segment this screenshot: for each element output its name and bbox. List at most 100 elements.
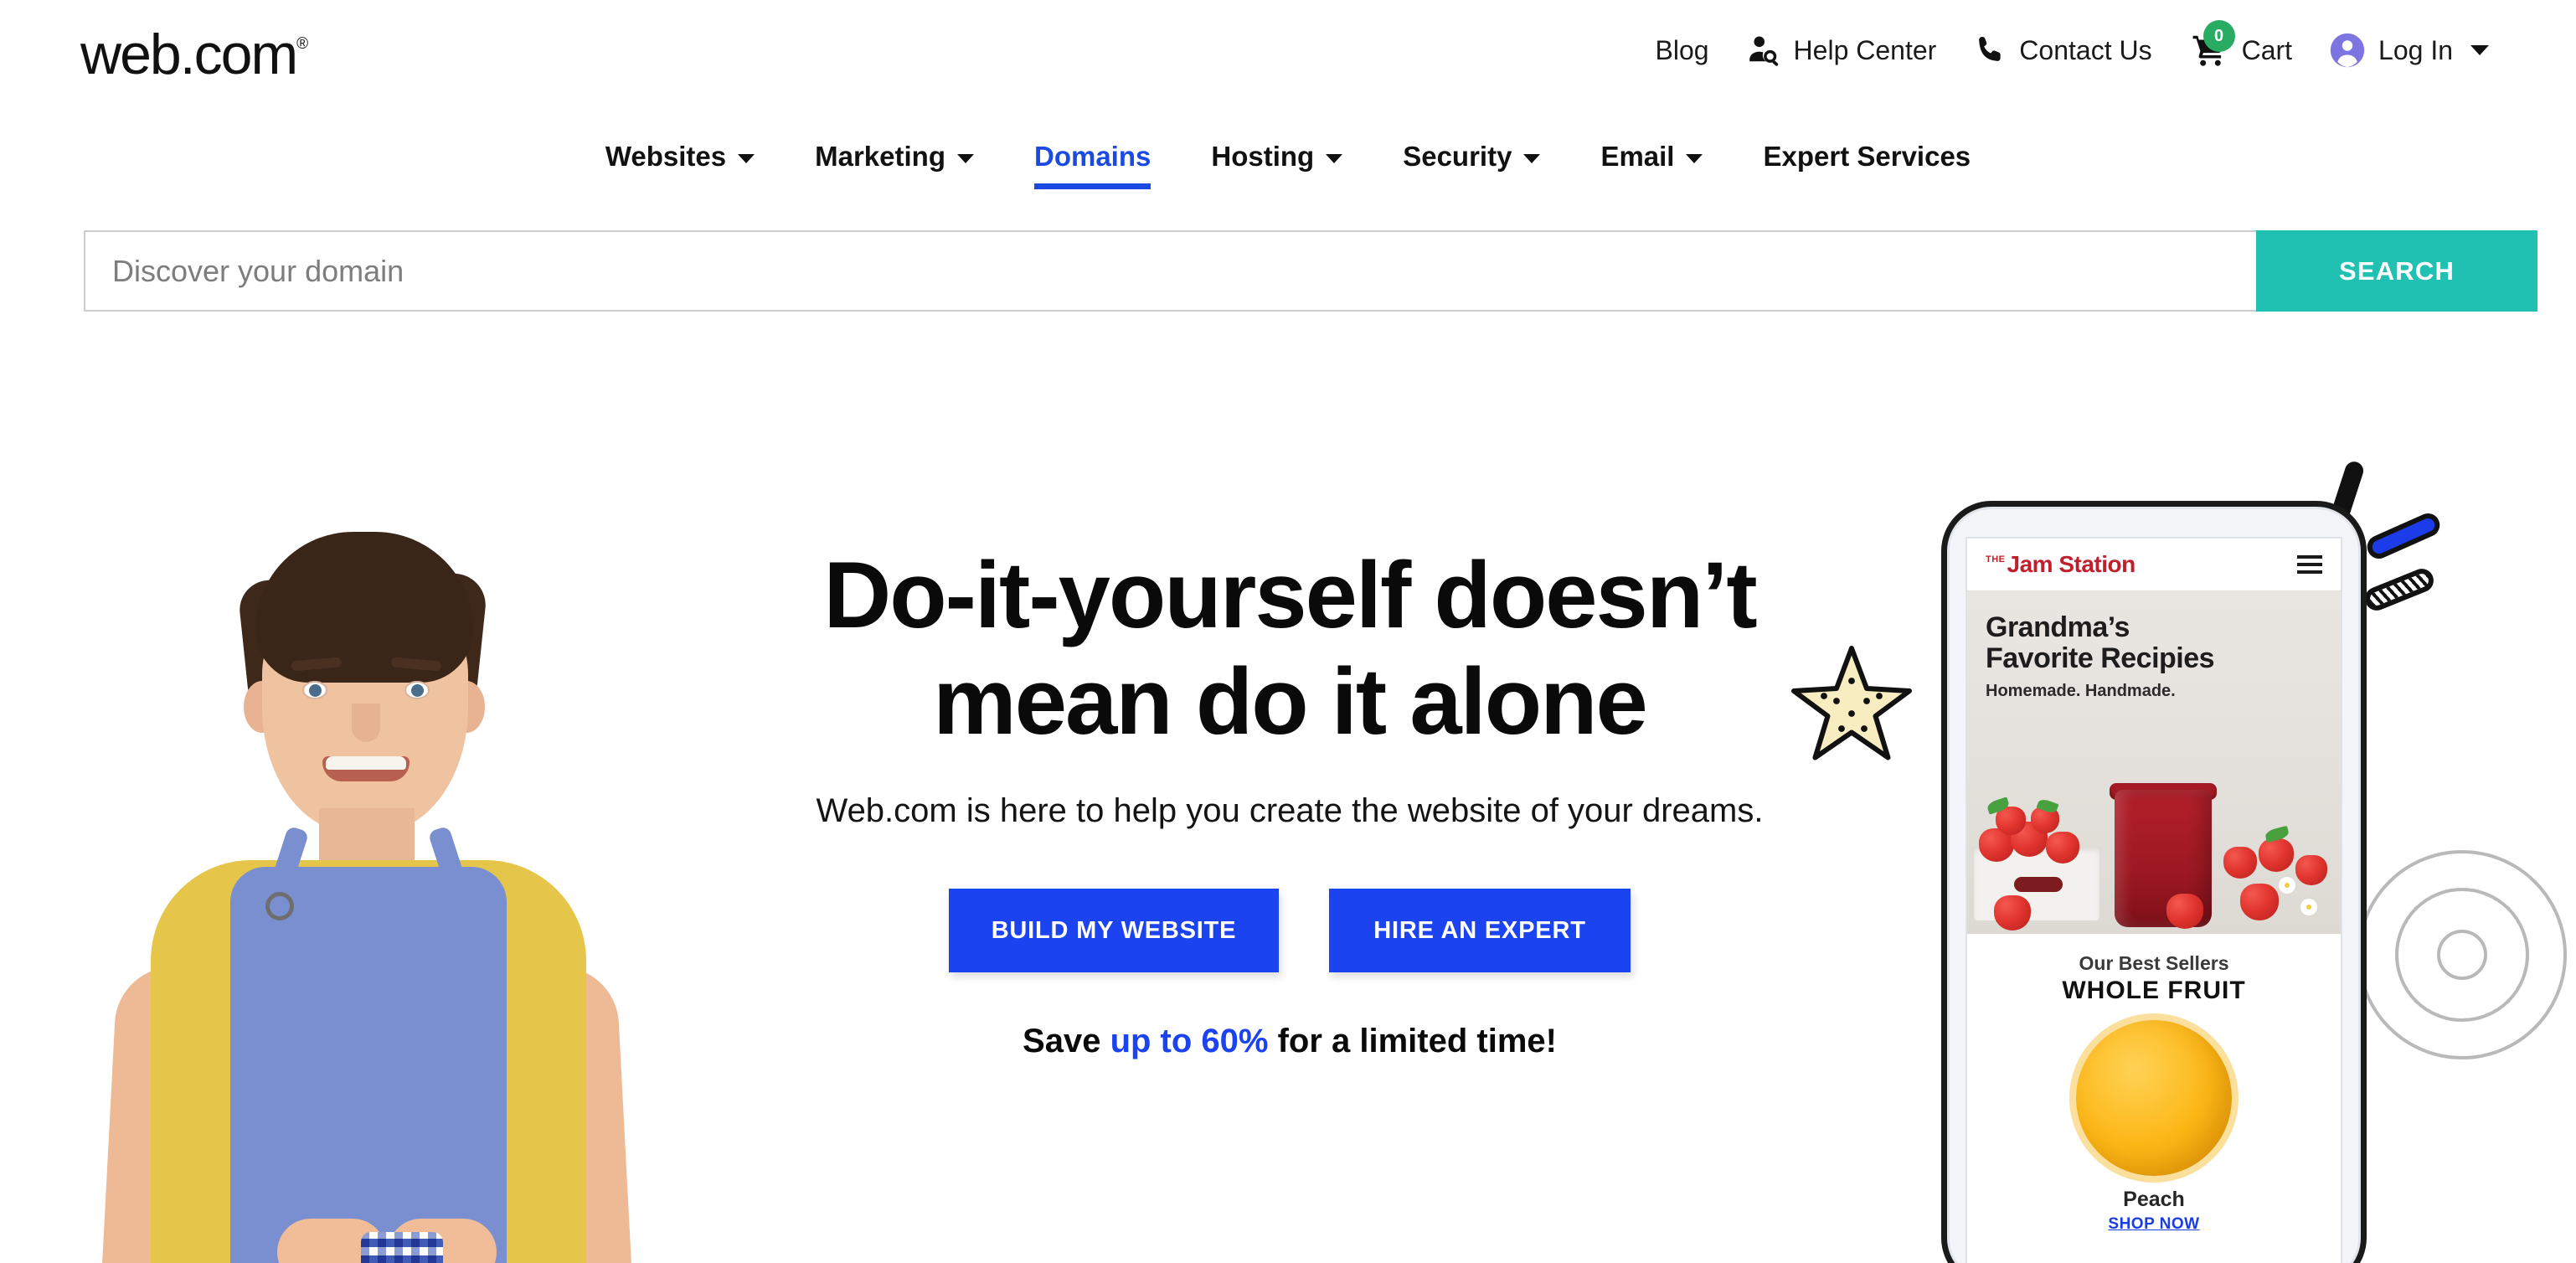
jam-hero-banner: Grandma’s Favorite Recipies Homemade. Ha… <box>1967 590 2341 934</box>
utility-nav-item-contact-us[interactable]: Contact Us <box>1973 34 2152 67</box>
hero-title: Do-it-yourself doesn’t mean do it alone <box>662 543 1918 755</box>
person-apron-ring <box>265 892 294 920</box>
chevron-down-icon <box>957 153 974 163</box>
nav-item-marketing[interactable]: Marketing <box>785 134 1004 179</box>
jam-product-name: Peach <box>2123 1188 2185 1211</box>
promo-suffix: for a limited time! <box>1268 1023 1557 1060</box>
person-pupil-right <box>411 684 424 697</box>
hero-promo-text: Save up to 60% for a limited time! <box>662 1023 1918 1060</box>
person-pupil-left <box>309 684 322 697</box>
nav-item-hosting[interactable]: Hosting <box>1181 134 1373 179</box>
crate-handle-hole <box>2014 877 2063 892</box>
nav-label-websites: Websites <box>605 141 727 172</box>
hero-subtitle: Web.com is here to help you create the w… <box>816 792 1764 830</box>
strawberry <box>2259 838 2294 872</box>
jam-logo-name: Jam Station <box>2007 551 2136 577</box>
nav-active-underline <box>1034 183 1151 189</box>
jam-hero-title: Grandma’s Favorite Recipies <box>1986 611 2215 674</box>
hamburger-bar <box>2297 563 2322 566</box>
chevron-down-icon <box>2470 45 2489 55</box>
jam-hero-title-line-1: Grandma’s <box>1986 611 2130 643</box>
jam-logo-the: THE <box>1986 554 2006 564</box>
peach-jam-jar-image <box>2076 1020 2232 1176</box>
jam-site-logo[interactable]: THE Jam Station <box>1986 553 2136 576</box>
burst-dash-hatched <box>2361 564 2438 615</box>
nav-item-expert-services[interactable]: Expert Services <box>1733 134 2001 179</box>
chevron-down-icon <box>1523 153 1541 163</box>
jam-best-sellers-label: Our Best Sellers <box>2079 952 2229 974</box>
hero-copy: Do-it-yourself doesn’t mean do it alone … <box>662 543 1918 1060</box>
utility-nav: Blog Help Center Contact Us 0 Cart Log I… <box>1656 20 2489 74</box>
hero-section: Do-it-yourself doesn’t mean do it alone … <box>0 352 2576 1263</box>
jam-site-header: THE Jam Station <box>1967 539 2341 590</box>
concentric-rings-icon <box>2353 846 2571 1064</box>
site-logo-text: web.com <box>80 23 298 86</box>
utility-nav-item-blog[interactable]: Blog <box>1656 37 1709 64</box>
jam-shop-now-link[interactable]: SHOP NOW <box>1976 1215 2332 1234</box>
nav-label-marketing: Marketing <box>815 141 945 172</box>
jam-best-sellers-title: WHOLE FRUIT <box>2062 977 2246 1004</box>
utility-nav-item-cart[interactable]: 0 Cart <box>2189 20 2292 69</box>
nav-item-domains[interactable]: Domains <box>1004 134 1181 189</box>
cart-icon: 0 <box>2189 20 2235 69</box>
person-blue-apron <box>230 867 507 1263</box>
chevron-down-icon <box>1326 153 1343 163</box>
build-my-website-button[interactable]: BUILD MY WEBSITE <box>949 889 1279 973</box>
domain-search-bar: SEARCH <box>84 230 2537 312</box>
domain-search-input[interactable] <box>84 230 2256 312</box>
person-checkered-jar-lid <box>361 1232 443 1263</box>
utility-nav-label-contact-us: Contact Us <box>2019 35 2152 65</box>
promo-prefix: Save <box>1023 1023 1110 1060</box>
person-nose <box>352 704 380 742</box>
utility-nav-item-help-center[interactable]: Help Center <box>1746 33 1937 68</box>
chevron-down-icon <box>1686 153 1703 163</box>
nav-label-security: Security <box>1403 141 1512 172</box>
strawberry <box>2240 884 2279 920</box>
utility-nav-label-help-center: Help Center <box>1793 35 1937 65</box>
nav-item-security[interactable]: Security <box>1373 134 1570 179</box>
jam-hero-photo <box>1967 733 2341 934</box>
utility-nav-item-log-in[interactable]: Log In <box>2329 32 2489 69</box>
phone-icon <box>1973 34 2007 67</box>
utility-nav-label-blog: Blog <box>1655 35 1709 65</box>
burst-dash-blue <box>2363 509 2444 563</box>
jam-hero-copy: Grandma’s Favorite Recipies Homemade. Ha… <box>1986 611 2215 701</box>
utility-nav-label-log-in: Log In <box>2378 35 2453 65</box>
hamburger-icon[interactable] <box>2297 555 2322 574</box>
phone-mockup: THE Jam Station Grandma’s Favorite Recip… <box>1941 501 2367 1263</box>
nav-label-expert-services: Expert Services <box>1763 141 1971 172</box>
star-icon <box>1789 641 1914 766</box>
promo-highlight: up to 60% <box>1110 1023 1269 1060</box>
domain-search-button[interactable]: SEARCH <box>2256 230 2537 312</box>
strawberry-flower <box>2300 899 2317 915</box>
phone-screen: THE Jam Station Grandma’s Favorite Recip… <box>1965 537 2342 1263</box>
cart-badge-count: 0 <box>2202 20 2235 52</box>
jam-hero-tagline: Homemade. Handmade. <box>1986 682 2176 701</box>
hire-an-expert-button[interactable]: HIRE AN EXPERT <box>1329 889 1631 973</box>
main-nav: Websites Marketing Domains Hosting Secur… <box>0 134 2576 204</box>
ring-inner <box>2437 930 2487 980</box>
person-hair-top <box>255 532 473 683</box>
registered-trademark-icon: ® <box>296 35 309 53</box>
strawberry <box>2046 832 2079 863</box>
nav-item-websites[interactable]: Websites <box>575 134 785 179</box>
hero-phone-zone: THE Jam Station Grandma’s Favorite Recip… <box>1789 352 2576 1263</box>
strawberry <box>1994 895 2031 930</box>
strawberry <box>2166 894 2203 929</box>
person-teeth <box>326 756 406 770</box>
nav-label-hosting: Hosting <box>1211 141 1315 172</box>
jam-hero-title-line-2: Favorite Recipies <box>1986 642 2215 674</box>
jam-product-image-wrap <box>1976 1020 2332 1176</box>
hamburger-bar <box>2297 570 2322 574</box>
site-logo[interactable]: web.com® <box>80 22 308 87</box>
hero-cta-row: BUILD MY WEBSITE HIRE AN EXPERT <box>662 889 1918 973</box>
chevron-down-icon <box>738 153 755 163</box>
site-header: web.com® Blog Help Center Contact Us 0 C… <box>0 0 2576 117</box>
page-root: web.com® Blog Help Center Contact Us 0 C… <box>0 0 2576 1263</box>
hero-title-line-2: mean do it alone <box>933 648 1648 754</box>
strawberry-flower <box>2279 877 2295 894</box>
person-mouth <box>322 756 410 781</box>
nav-item-email[interactable]: Email <box>1570 134 1733 179</box>
hamburger-bar <box>2297 555 2322 559</box>
jam-best-sellers-section: Our Best Sellers WHOLE FRUIT Peach SHOP … <box>1967 934 2341 1239</box>
